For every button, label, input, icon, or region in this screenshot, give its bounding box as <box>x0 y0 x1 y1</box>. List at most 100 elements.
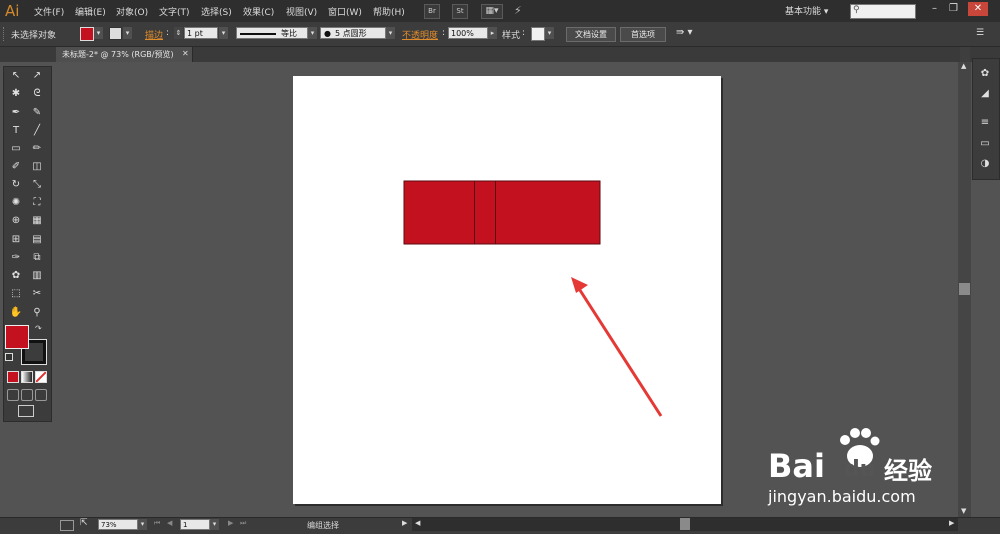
workspace-switcher[interactable]: 基本功能 ▾ <box>785 4 828 17</box>
menu-object[interactable]: 对象(O) <box>116 5 148 18</box>
screen-mode-icon[interactable] <box>18 405 34 417</box>
slice-tool-icon[interactable]: ✂ <box>29 287 45 301</box>
blend-tool-icon[interactable]: ⧉ <box>29 251 45 265</box>
fill-swatch[interactable] <box>80 27 94 41</box>
preferences-button[interactable]: 首选项 <box>620 27 666 42</box>
status-menu-arrow-icon[interactable]: ▶ <box>402 519 407 527</box>
tab-close-icon[interactable]: ✕ <box>182 49 189 58</box>
stroke-stepper-icon[interactable]: ⇕ <box>174 27 183 39</box>
draw-behind-icon[interactable] <box>21 389 33 401</box>
last-artboard-icon[interactable]: ⏭ <box>240 519 246 528</box>
free-transform-tool-icon[interactable]: ⛶ <box>29 196 45 210</box>
color-guide-icon[interactable]: ◢ <box>978 88 992 100</box>
next-artboard-icon[interactable]: ▶ <box>228 519 233 527</box>
default-colors-icon[interactable] <box>5 353 13 361</box>
stroke-profile-select[interactable]: 等比 <box>236 27 308 39</box>
horizontal-scroll-thumb[interactable] <box>680 518 690 530</box>
stroke-weight-field[interactable]: 1 pt <box>184 27 218 39</box>
transparency-panel-icon[interactable]: ◑ <box>978 158 992 170</box>
gradient-panel-icon[interactable]: ▭ <box>978 138 992 150</box>
vertical-scroll-thumb[interactable] <box>959 283 970 295</box>
first-artboard-icon[interactable]: ⏮ <box>154 519 160 528</box>
arrange-documents-icon[interactable]: ▦▾ <box>481 4 503 19</box>
zoom-field[interactable]: 73% <box>98 519 138 530</box>
scale-tool-icon[interactable]: ⤡ <box>29 178 45 192</box>
menu-effect[interactable]: 效果(C) <box>243 5 274 18</box>
eraser-tool-icon[interactable]: ◫ <box>29 160 45 174</box>
curvature-tool-icon[interactable]: ✎ <box>29 106 45 120</box>
prev-artboard-icon[interactable]: ◀ <box>167 519 172 527</box>
column-graph-tool-icon[interactable]: ▥ <box>29 269 45 283</box>
share-icon[interactable]: ⇱ <box>80 518 88 528</box>
lasso-tool-icon[interactable]: ᘓ <box>29 87 45 101</box>
fill-dropdown-icon[interactable]: ▾ <box>94 27 103 39</box>
gradient-tool-icon[interactable]: ▤ <box>29 233 45 247</box>
brush-definition-select[interactable]: ● 5 点圆形 <box>320 27 386 39</box>
stroke-swatch[interactable] <box>109 27 122 40</box>
close-icon[interactable]: ✕ <box>968 2 988 16</box>
fill-color-box[interactable] <box>5 325 29 349</box>
restore-icon[interactable]: ❐ <box>946 2 961 16</box>
rectangle-tool-icon[interactable]: ▭ <box>8 142 24 156</box>
type-tool-icon[interactable]: T <box>8 124 24 138</box>
stroke-dropdown-icon[interactable]: ▾ <box>123 27 132 39</box>
zoom-dropdown-icon[interactable]: ▾ <box>138 519 147 530</box>
pen-tool-icon[interactable]: ✒ <box>8 106 24 120</box>
menu-view[interactable]: 视图(V) <box>286 5 317 18</box>
profile-dropdown-icon[interactable]: ▾ <box>308 27 317 39</box>
menu-edit[interactable]: 编辑(E) <box>75 5 106 18</box>
stroke-panel-icon[interactable]: ≡ <box>978 117 992 129</box>
panel-grip[interactable] <box>3 27 6 41</box>
mesh-tool-icon[interactable]: ⊞ <box>8 233 24 247</box>
symbol-sprayer-tool-icon[interactable]: ✿ <box>8 269 24 283</box>
selection-tool-icon[interactable]: ↖ <box>8 69 24 83</box>
menu-file[interactable]: 文件(F) <box>34 5 64 18</box>
scroll-right-icon[interactable]: ▶ <box>949 519 954 527</box>
artboard-dropdown-icon[interactable]: ▾ <box>210 519 219 530</box>
shape-builder-tool-icon[interactable]: ⊕ <box>8 214 24 228</box>
magic-wand-tool-icon[interactable]: ✱ <box>8 87 24 101</box>
eyedropper-tool-icon[interactable]: ✑ <box>8 251 24 265</box>
scroll-left-icon[interactable]: ◀ <box>415 519 420 527</box>
scroll-up-icon[interactable]: ▲ <box>961 62 966 70</box>
minimize-icon[interactable]: – <box>927 2 942 16</box>
gpu-performance-icon[interactable]: ⚡ <box>514 4 522 17</box>
artboard-number-field[interactable]: 1 <box>180 519 210 530</box>
rotate-tool-icon[interactable]: ↻ <box>8 178 24 192</box>
bridge-button[interactable]: Br <box>424 4 440 19</box>
red-rectangle-group[interactable] <box>403 180 601 245</box>
stroke-label[interactable]: 描边 <box>145 28 163 41</box>
menu-type[interactable]: 文字(T) <box>159 5 190 18</box>
stock-button[interactable]: St <box>452 4 468 19</box>
menu-window[interactable]: 窗口(W) <box>328 5 362 18</box>
direct-selection-tool-icon[interactable]: ↗ <box>29 69 45 83</box>
zoom-tool-icon[interactable]: ⚲ <box>29 306 45 320</box>
perspective-grid-tool-icon[interactable]: ▦ <box>29 214 45 228</box>
panel-menu-icon[interactable]: ☰ <box>976 28 984 38</box>
menu-select[interactable]: 选择(S) <box>201 5 232 18</box>
artboard-tool-icon[interactable]: ⬚ <box>8 287 24 301</box>
draw-inside-icon[interactable] <box>35 389 47 401</box>
pencil-tool-icon[interactable]: ✐ <box>8 160 24 174</box>
brush-dropdown-icon[interactable]: ▾ <box>386 27 395 39</box>
paintbrush-tool-icon[interactable]: ✏ <box>29 142 45 156</box>
help-search-input[interactable]: ⚲ <box>850 4 916 19</box>
swap-colors-icon[interactable]: ↷ <box>35 324 42 333</box>
quick-actions-icon[interactable]: ⇛ ▾ <box>676 27 693 38</box>
opacity-field[interactable]: 100% <box>448 27 488 39</box>
color-mode-icon[interactable] <box>7 371 19 383</box>
graphic-style-swatch[interactable] <box>531 27 545 41</box>
style-dropdown-icon[interactable]: ▾ <box>545 27 554 39</box>
none-mode-icon[interactable] <box>35 371 47 383</box>
hand-tool-icon[interactable]: ✋ <box>8 306 24 320</box>
menu-help[interactable]: 帮助(H) <box>373 5 405 18</box>
line-tool-icon[interactable]: ╱ <box>29 124 45 138</box>
draw-normal-icon[interactable] <box>7 389 19 401</box>
stroke-weight-dropdown-icon[interactable]: ▾ <box>219 27 228 39</box>
scroll-down-icon[interactable]: ▼ <box>961 507 966 515</box>
artboard-nav-icon[interactable] <box>60 520 74 531</box>
document-setup-button[interactable]: 文档设置 <box>566 27 616 42</box>
color-panel-icon[interactable]: ✿ <box>978 68 992 80</box>
warp-tool-icon[interactable]: ✺ <box>8 196 24 210</box>
gradient-mode-icon[interactable] <box>21 371 33 383</box>
